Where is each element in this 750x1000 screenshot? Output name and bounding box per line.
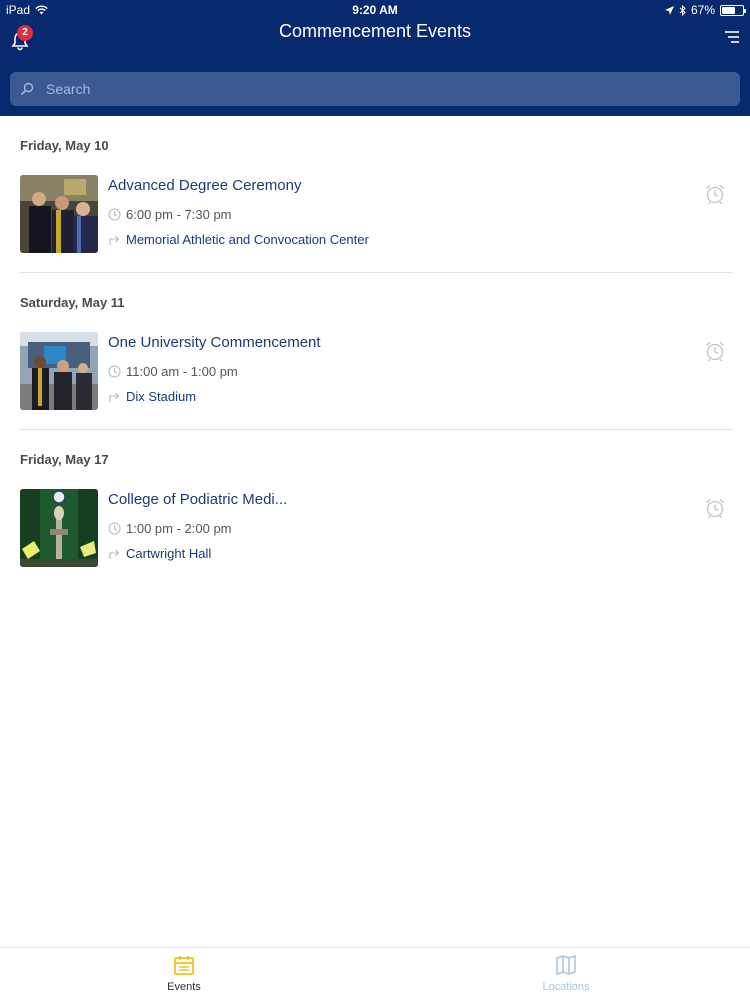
date-section: Saturday, May 11 One University Commence… (0, 273, 750, 430)
clock-icon (108, 522, 121, 535)
directions-icon (109, 549, 120, 559)
clock-icon (108, 208, 121, 221)
tab-events-label: Events (167, 981, 201, 993)
date-section: Friday, May 10 Advanced Degree Ceremony (0, 116, 750, 273)
event-location-text: Memorial Athletic and Convocation Center (126, 232, 369, 247)
event-thumbnail (20, 175, 98, 253)
location-arrow-icon (664, 5, 674, 15)
directions-icon (109, 235, 120, 245)
page-title: Commencement Events (278, 21, 472, 41)
event-location[interactable]: Dix Stadium (108, 389, 196, 404)
event-item[interactable]: College of Podiatric Medi... 1:00 pm - 2… (0, 489, 750, 569)
tab-locations-label: Locations (542, 981, 590, 993)
section-date: Saturday, May 11 (20, 295, 125, 310)
alarm-icon[interactable] (704, 183, 726, 205)
event-title: One University Commencement (108, 334, 321, 351)
event-title: College of Podiatric Medi... (108, 491, 288, 508)
calendar-icon (174, 956, 194, 975)
alarm-icon[interactable] (704, 497, 726, 519)
alarm-icon[interactable] (704, 340, 726, 362)
tab-bar: Events Locations (0, 947, 750, 1000)
event-time-text: 1:00 pm - 2:00 pm (126, 521, 232, 536)
app-header: iPad 9:20 AM 67% 2 Commencement Events (0, 0, 750, 116)
event-location-text: Cartwright Hall (126, 546, 212, 561)
date-section: Friday, May 17 College of Podiatric Medi… (0, 430, 750, 580)
event-time: 6:00 pm - 7:30 pm (108, 207, 232, 222)
event-item[interactable]: Advanced Degree Ceremony 6:00 pm - 7:30 … (0, 175, 750, 255)
tab-events[interactable]: Events (124, 954, 244, 993)
event-time-text: 6:00 pm - 7:30 pm (126, 207, 232, 222)
section-date: Friday, May 10 (20, 138, 109, 153)
directions-icon (109, 392, 120, 402)
event-location[interactable]: Cartwright Hall (108, 546, 211, 561)
event-thumbnail (20, 489, 98, 567)
event-time: 11:00 am - 1:00 pm (108, 364, 238, 379)
event-thumbnail (20, 332, 98, 410)
event-location[interactable]: Memorial Athletic and Convocation Center (108, 232, 369, 247)
status-bar: iPad 9:20 AM 67% (0, 0, 750, 20)
event-title: Advanced Degree Ceremony (108, 177, 302, 194)
search-bar[interactable] (10, 72, 740, 106)
event-item[interactable]: One University Commencement 11:00 am - 1… (0, 332, 750, 412)
search-icon (20, 82, 34, 96)
search-input[interactable] (46, 81, 646, 97)
battery-percent: 67% (690, 3, 715, 17)
menu-icon[interactable] (724, 29, 740, 45)
battery-icon (720, 4, 746, 16)
status-time: 9:20 AM (352, 3, 398, 17)
clock-icon (108, 365, 121, 378)
map-icon (556, 954, 576, 976)
event-location-text: Dix Stadium (126, 389, 197, 404)
event-time: 1:00 pm - 2:00 pm (108, 521, 232, 536)
tab-locations[interactable]: Locations (506, 954, 626, 993)
event-time-text: 11:00 am - 1:00 pm (126, 364, 238, 379)
bluetooth-icon (679, 4, 686, 16)
section-date: Friday, May 17 (20, 452, 109, 467)
